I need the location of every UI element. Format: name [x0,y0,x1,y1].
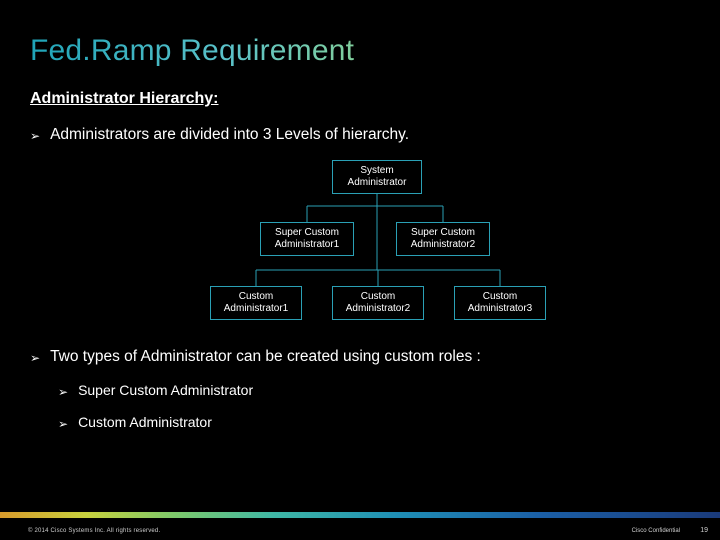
bullet-item: ➢ Custom Administrator [30,414,690,434]
org-node-custom1: Custom Administrator1 [210,286,302,320]
section-heading: Administrator Hierarchy: [30,90,690,108]
accent-bar [0,512,720,518]
chevron-right-icon: ➢ [30,348,40,368]
org-node-custom3: Custom Administrator3 [454,286,546,320]
page-number: 19 [700,527,708,534]
bullet-item: ➢ Super Custom Administrator [30,382,690,402]
chevron-right-icon: ➢ [58,382,68,402]
copyright-text: © 2014 Cisco Systems Inc. All rights res… [28,528,160,534]
chevron-right-icon: ➢ [30,126,40,146]
org-node-system-admin: System Administrator [332,160,422,194]
bullet-item: ➢ Two types of Administrator can be crea… [30,348,690,368]
org-node-custom2: Custom Administrator2 [332,286,424,320]
slide: Fed.Ramp Requirement Administrator Hiera… [0,0,720,540]
bullet-item: ➢ Administrators are divided into 3 Leve… [30,126,690,146]
org-chart: System Administrator Super Custom Admini… [30,160,690,340]
org-node-super2: Super Custom Administrator2 [396,222,490,256]
chevron-right-icon: ➢ [58,414,68,434]
org-node-super1: Super Custom Administrator1 [260,222,354,256]
bullet-text: Administrators are divided into 3 Levels… [50,126,409,144]
confidential-text: Cisco Confidential [632,528,680,534]
slide-title: Fed.Ramp Requirement [30,34,690,68]
bullet-text: Super Custom Administrator [78,382,253,398]
bullet-text: Two types of Administrator can be create… [50,348,481,366]
bullet-text: Custom Administrator [78,414,212,430]
